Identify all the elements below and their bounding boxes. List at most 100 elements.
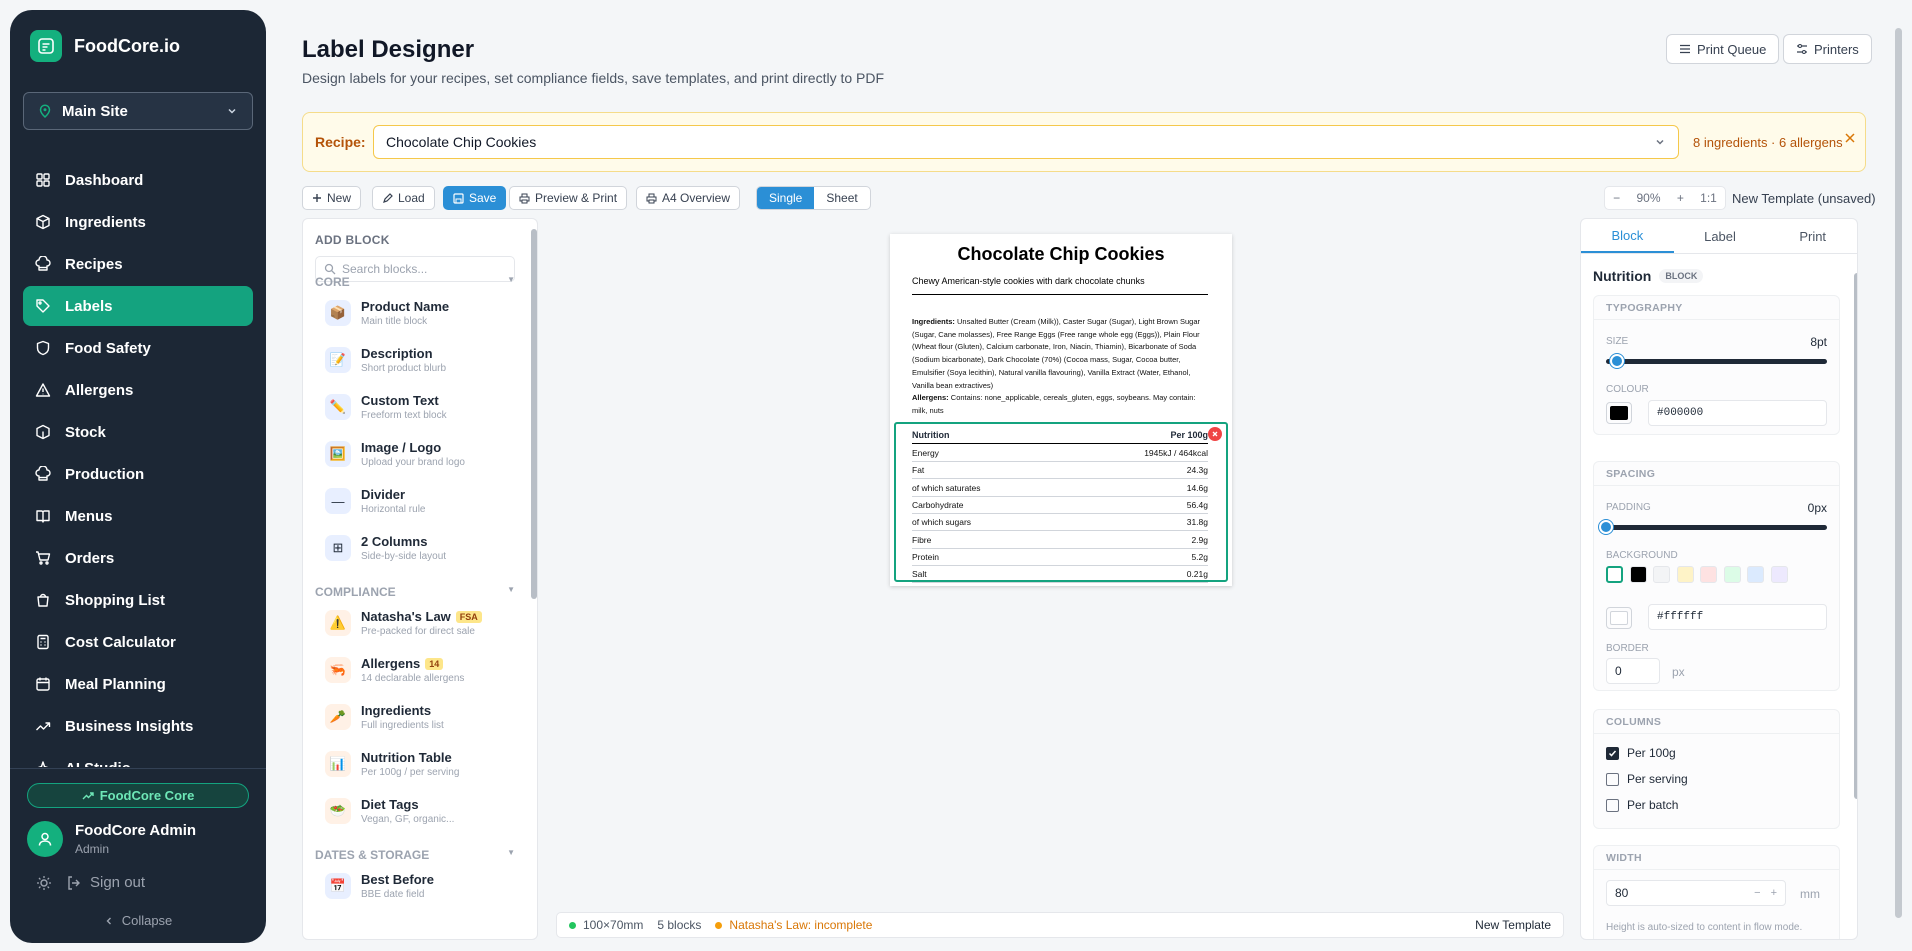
column-option-per-100g[interactable]: Per 100g [1606, 746, 1676, 760]
label-description[interactable]: Chewy American-style cookies with dark c… [912, 276, 1145, 286]
label-ingredients[interactable]: Ingredients: Unsalted Butter (Cream (Mil… [912, 316, 1210, 392]
block-nutrition-table[interactable]: 📊 Nutrition Table Per 100g / per serving [325, 750, 459, 778]
user-profile[interactable]: FoodCore Admin Admin [27, 821, 196, 857]
sidebar-item-stock[interactable]: Stock [23, 412, 253, 452]
column-option-per-serving[interactable]: Per serving [1606, 772, 1688, 786]
background-swatch-option[interactable] [1700, 566, 1717, 583]
sidebar-item-meal-planning[interactable]: Meal Planning [23, 664, 253, 704]
sun-icon[interactable] [36, 875, 52, 891]
label-title[interactable]: Chocolate Chip Cookies [890, 244, 1232, 265]
background-swatch-option[interactable] [1770, 566, 1788, 583]
block-natasha-s-law[interactable]: ⚠️ Natasha's Law FSA Pre-packed for direct … [325, 609, 482, 637]
sidebar-item-recipes[interactable]: Recipes [23, 244, 253, 284]
nutrition-block[interactable]: Nutrition Per 100g Energy 1945kJ / 464kca… [894, 422, 1228, 584]
sidebar-item-orders[interactable]: Orders [23, 538, 253, 578]
sign-out-button[interactable]: Sign out [66, 874, 145, 891]
tab-block[interactable]: Block [1581, 219, 1674, 253]
block-custom-text[interactable]: ✏️ Custom Text Freeform text block [325, 393, 447, 421]
sidebar-item-cost-calculator[interactable]: Cost Calculator [23, 622, 253, 662]
block-description[interactable]: 📝 Description Short product blurb [325, 346, 446, 374]
width-stepper[interactable]: − + [1754, 887, 1777, 899]
column-option-per-batch[interactable]: Per batch [1606, 798, 1678, 812]
background-hex-input[interactable]: #ffffff [1648, 604, 1827, 630]
background-swatch-option[interactable] [1747, 566, 1764, 583]
label-allergens[interactable]: Allergens: Contains: none_applicable, ce… [912, 392, 1210, 417]
block-product-name[interactable]: 📦 Product Name Main title block [325, 299, 449, 327]
size-slider[interactable] [1606, 354, 1827, 368]
block-diet-tags[interactable]: 🥗 Diet Tags Vegan, GF, organic... [325, 797, 454, 825]
checkbox[interactable] [1606, 772, 1619, 786]
printer-icon [646, 193, 657, 203]
close-icon[interactable] [1843, 131, 1857, 145]
section-compliance[interactable]: COMPLIANCE ▼ [315, 585, 515, 599]
sidebar-item-allergens[interactable]: Allergens [23, 370, 253, 410]
colour-hex-input[interactable]: #000000 [1648, 400, 1827, 426]
block-name: Natasha's Law [361, 609, 451, 624]
width-decrement[interactable]: − [1754, 887, 1760, 899]
zoom-reset-button[interactable]: 1:1 [1700, 191, 1717, 205]
collapse-label: Collapse [121, 913, 173, 928]
block-allergens[interactable]: 🦐 Allergens 14 14 declarable allergens [325, 656, 464, 684]
sidebar-item-food-safety[interactable]: Food Safety [23, 328, 253, 368]
site-selector[interactable]: Main Site [23, 92, 253, 130]
sidebar-item-ai-studio[interactable]: AI Studio [23, 748, 253, 767]
new-button[interactable]: New [302, 186, 362, 210]
background-swatch-option[interactable] [1629, 566, 1647, 583]
label-preview[interactable]: Chocolate Chip Cookies Chewy American-st… [890, 234, 1232, 586]
colour-swatch[interactable] [1606, 402, 1632, 424]
zoom-out-button[interactable]: − [1613, 191, 1620, 205]
single-toggle[interactable]: Single [757, 187, 815, 209]
padding-slider[interactable] [1599, 520, 1827, 534]
width-value: 80 [1615, 886, 1629, 900]
a4-overview-button[interactable]: A4 Overview [636, 186, 741, 210]
block-ingredients[interactable]: 🥕 Ingredients Full ingredients list [325, 703, 444, 731]
section-core[interactable]: CORE ▼ [315, 275, 515, 289]
sidebar-item-labels[interactable]: Labels [23, 286, 253, 326]
tab-print[interactable]: Print [1766, 219, 1857, 253]
collapse-button[interactable]: Collapse [10, 913, 266, 928]
border-input[interactable]: 0 [1606, 658, 1660, 684]
padding-slider-handle[interactable] [1599, 520, 1613, 534]
brand[interactable]: FoodCore.io [30, 30, 180, 62]
load-button[interactable]: Load [372, 186, 435, 210]
preview-print-button[interactable]: Preview & Print [509, 186, 628, 210]
blocks-scrollbar[interactable] [531, 229, 537, 931]
compliance-status[interactable]: Natasha's Law: incomplete [715, 918, 872, 932]
a4-overview-label: A4 Overview [662, 191, 731, 205]
sidebar-item-production[interactable]: Production [23, 454, 253, 494]
remove-block-button[interactable] [1208, 427, 1222, 441]
plan-badge[interactable]: FoodCore Core [27, 783, 249, 808]
zoom-in-button[interactable]: + [1677, 191, 1684, 205]
label-divider [912, 294, 1208, 295]
background-swatch-option[interactable] [1723, 566, 1741, 583]
tab-label[interactable]: Label [1674, 219, 1767, 253]
background-swatch[interactable] [1606, 607, 1632, 629]
checkbox[interactable] [1606, 746, 1619, 760]
page-scrollbar[interactable] [1895, 22, 1902, 942]
recipe-select[interactable]: Chocolate Chip Cookies [373, 125, 1679, 159]
width-input[interactable]: 80 − + [1606, 880, 1786, 906]
width-increment[interactable]: + [1771, 887, 1777, 899]
properties-scrollbar[interactable] [1854, 259, 1857, 937]
sheet-toggle[interactable]: Sheet [814, 187, 869, 209]
background-swatch-option[interactable] [1606, 566, 1623, 583]
checkbox[interactable] [1606, 798, 1619, 812]
print-queue-button[interactable]: Print Queue [1666, 34, 1780, 64]
nutrition-row: Protein 5.2g [912, 552, 1208, 566]
background-swatch-option[interactable] [1653, 566, 1670, 583]
printers-button[interactable]: Printers [1783, 34, 1872, 64]
block-divider[interactable]: — Divider Horizontal rule [325, 487, 425, 515]
sidebar-item-dashboard[interactable]: Dashboard [23, 160, 253, 200]
sidebar-item-shopping-list[interactable]: Shopping List [23, 580, 253, 620]
section-dates-storage[interactable]: DATES & STORAGE ▼ [315, 848, 515, 862]
save-button[interactable]: Save [443, 186, 507, 210]
block-2-columns[interactable]: ⊞ 2 Columns Side-by-side layout [325, 534, 446, 562]
background-swatch-option[interactable] [1676, 566, 1694, 583]
sidebar-item-menus[interactable]: Menus [23, 496, 253, 536]
size-slider-handle[interactable] [1610, 354, 1625, 368]
block-best-before[interactable]: 📅 Best Before BBE date field [325, 872, 434, 900]
sidebar-item-business-insights[interactable]: Business Insights [23, 706, 253, 746]
sidebar-item-ingredients[interactable]: Ingredients [23, 202, 253, 242]
block-image-logo[interactable]: 🖼️ Image / Logo Upload your brand logo [325, 440, 465, 468]
block-description: Full ingredients list [361, 720, 444, 731]
